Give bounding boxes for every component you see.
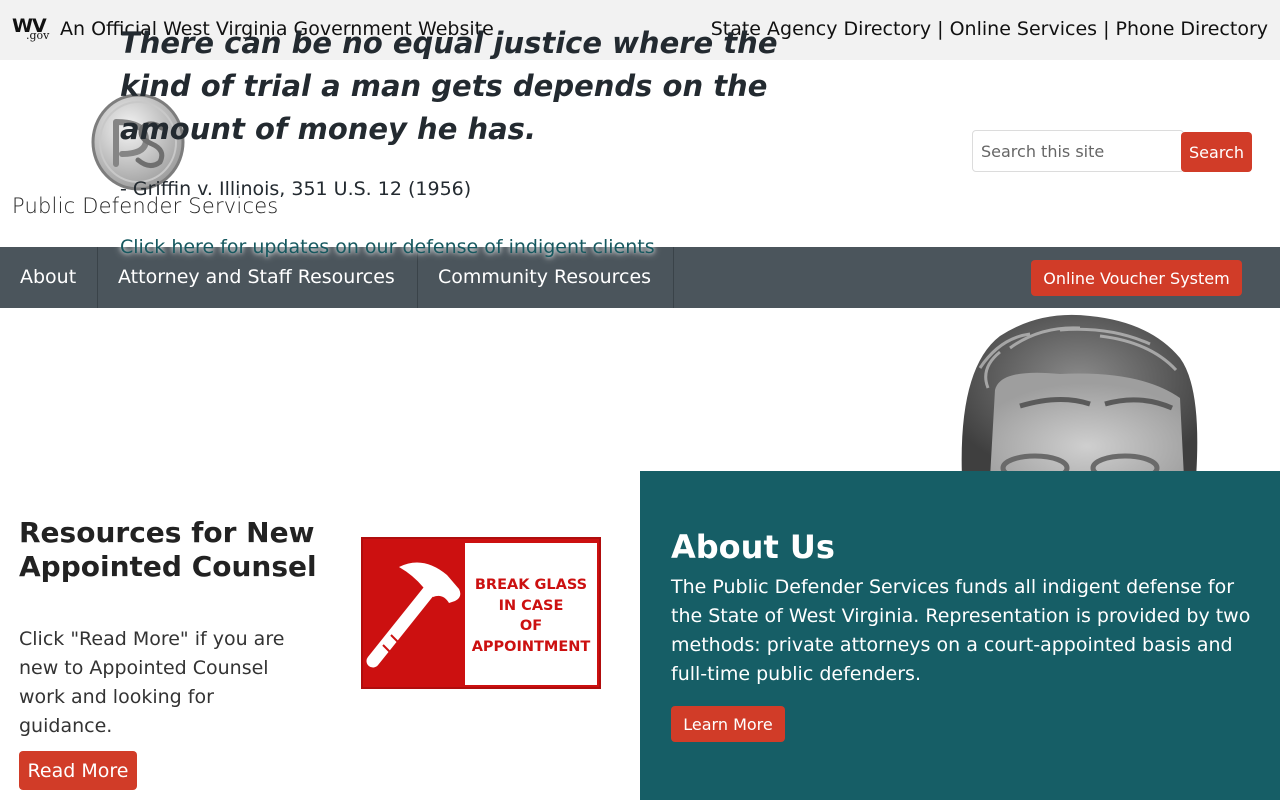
updates-link[interactable]: Click here for updates on our defense of…: [120, 236, 655, 258]
sign-line: APPOINTMENT: [471, 638, 591, 655]
quote-citation: - Griffin v. Illinois, 351 U.S. 12 (1956…: [120, 178, 472, 200]
nav-item-about[interactable]: About: [0, 247, 98, 308]
resources-text: Click "Read More" if you are new to Appo…: [19, 628, 285, 737]
gov-logo-mark: .gov: [26, 29, 50, 42]
learn-more-button[interactable]: Learn More: [671, 706, 785, 742]
break-glass-sign-image[interactable]: BREAK GLASS IN CASE OF APPOINTMENT: [361, 537, 601, 689]
hammer-icon: [366, 562, 461, 668]
quote-text: There can be no equal justice where the …: [120, 26, 778, 146]
link-separator: |: [931, 18, 950, 40]
wv-gov-logo[interactable]: WV .gov: [12, 16, 52, 44]
about-us-text: The Public Defender Services funds all i…: [671, 576, 1251, 685]
phone-directory-link[interactable]: Phone Directory: [1116, 18, 1268, 40]
sign-text: BREAK GLASS IN CASE OF APPOINTMENT: [465, 575, 597, 657]
link-separator: |: [1097, 18, 1116, 40]
sign-line: OF: [519, 618, 543, 634]
sign-line: BREAK GLASS: [474, 577, 588, 593]
search-button[interactable]: Search: [1181, 132, 1252, 172]
sign-line: IN CASE: [498, 597, 564, 614]
read-more-button[interactable]: Read More: [19, 751, 137, 790]
sign-panel: BREAK GLASS IN CASE OF APPOINTMENT: [465, 543, 597, 685]
resources-title: Resources for New Appointed Counsel: [19, 516, 317, 583]
search-input[interactable]: [972, 130, 1184, 172]
hero-portrait-image: [940, 308, 1230, 473]
online-services-link[interactable]: Online Services: [950, 18, 1097, 40]
about-us-title: About Us: [671, 528, 835, 566]
about-us-panel: About Us The Public Defender Services fu…: [640, 471, 1280, 800]
online-voucher-system-button[interactable]: Online Voucher System: [1031, 260, 1242, 296]
